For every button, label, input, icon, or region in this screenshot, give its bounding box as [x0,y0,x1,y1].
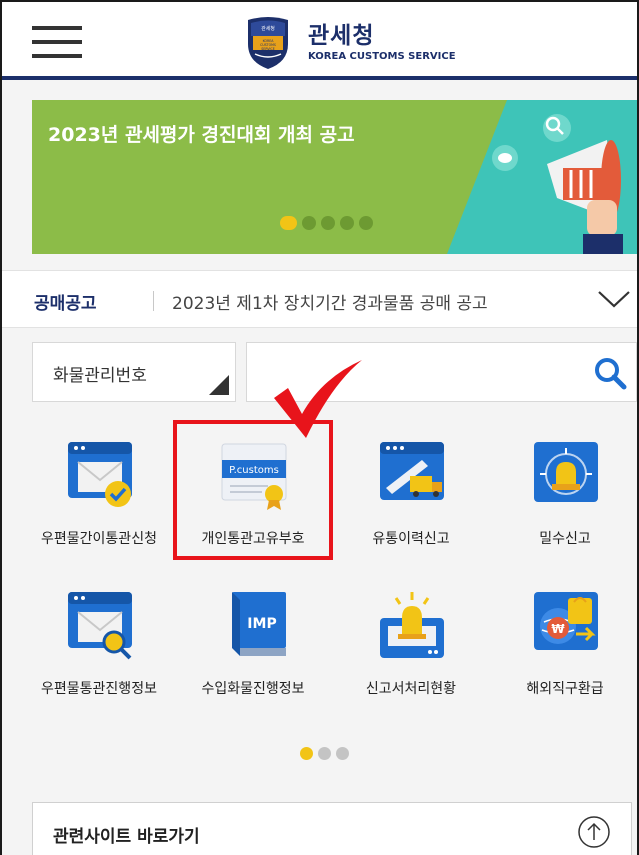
menu-label: 우편물통관진행정보 [41,681,157,697]
notice-bar: 공매공고 2023년 제1차 장치기간 경과물품 공매 공고 [2,270,637,328]
promo-banner[interactable]: 2023년 관세평가 경진대회 개최 공고 [32,100,637,254]
red-checkmark-icon [274,360,362,438]
dropdown-arrow-icon [209,375,229,395]
banner-title: 2023년 관세평가 경진대회 개최 공고 [48,124,355,146]
menu-item-smuggling-report[interactable]: 밀수신고 [490,440,637,570]
siren-status-icon [380,592,444,658]
banner-dot[interactable] [302,216,316,230]
customs-emblem-icon: 관세청 KOREA CUSTOMS SERVICE [248,17,288,69]
menu-label: 수입화물진행정보 [201,681,305,697]
related-sites-button[interactable]: 관련사이트 바로가기 [32,802,632,855]
search-type-select[interactable]: 화물관리번호 [32,342,236,402]
notice-label: 공매공고 [34,294,97,314]
pager-dot[interactable] [300,747,313,760]
overseas-refund-icon: ₩ [534,592,598,650]
banner-dot[interactable] [280,216,297,230]
search-icon[interactable] [592,355,628,391]
notice-link[interactable]: 2023년 제1차 장치기간 경과물품 공매 공고 [172,289,488,314]
menu-hamburger-icon[interactable] [32,22,84,60]
arrow-up-circle-icon[interactable] [577,815,611,849]
related-sites-label: 관련사이트 바로가기 [53,827,200,847]
menu-label: 밀수신고 [539,531,591,547]
banner-dot[interactable] [359,216,373,230]
alarm-siren-icon [534,442,598,502]
svg-text:SERVICE: SERVICE [261,47,274,51]
banner-pagination [280,216,373,230]
menu-item-postal-simple-clearance[interactable]: 우편물간이통관신청 [24,440,174,570]
menu-item-distribution-history-report[interactable]: 유통이력신고 [336,440,486,570]
app-frame: 관세청 KOREA CUSTOMS SERVICE 관세청 KOREA CUST… [0,0,639,855]
menu-label: 신고서처리현황 [365,681,457,697]
menu-label: 우편물간이통관신청 [41,531,157,547]
menu-pagination [300,747,349,760]
logo-subtitle: KOREA CUSTOMS SERVICE [308,51,456,62]
divider [153,291,154,311]
menu-item-declaration-status[interactable]: 신고서처리현황 [336,590,486,720]
mail-search-icon [68,592,132,660]
menu-item-overseas-purchase-refund[interactable]: ₩ 해외직구환급 [490,590,637,720]
megaphone-illustration-icon [447,100,637,254]
banner-dot[interactable] [321,216,335,230]
menu-item-postal-clearance-progress[interactable]: 우편물통관진행정보 [24,590,174,720]
logo-title: 관세청 [308,23,375,49]
truck-report-icon [380,442,444,500]
mail-check-icon [68,442,132,507]
menu-label: 해외직구환급 [526,681,604,697]
pager-dot[interactable] [318,747,331,760]
header: 관세청 KOREA CUSTOMS SERVICE 관세청 KOREA CUST… [2,2,637,80]
banner-dot[interactable] [340,216,354,230]
imp-icon-text: IMP [247,616,276,632]
customs-logo[interactable]: 관세청 KOREA CUSTOMS SERVICE 관세청 KOREA CUST… [245,14,465,72]
menu-label: 유통이력신고 [372,531,450,547]
chevron-down-icon[interactable] [596,287,632,311]
svg-text:₩: ₩ [551,622,565,636]
imp-book-icon: IMP [232,592,286,656]
emblem-text-top: 관세청 [261,25,275,32]
search-type-value: 화물관리번호 [53,366,147,386]
menu-item-import-cargo-progress[interactable]: IMP 수입화물진행정보 [178,590,328,720]
pager-dot[interactable] [336,747,349,760]
